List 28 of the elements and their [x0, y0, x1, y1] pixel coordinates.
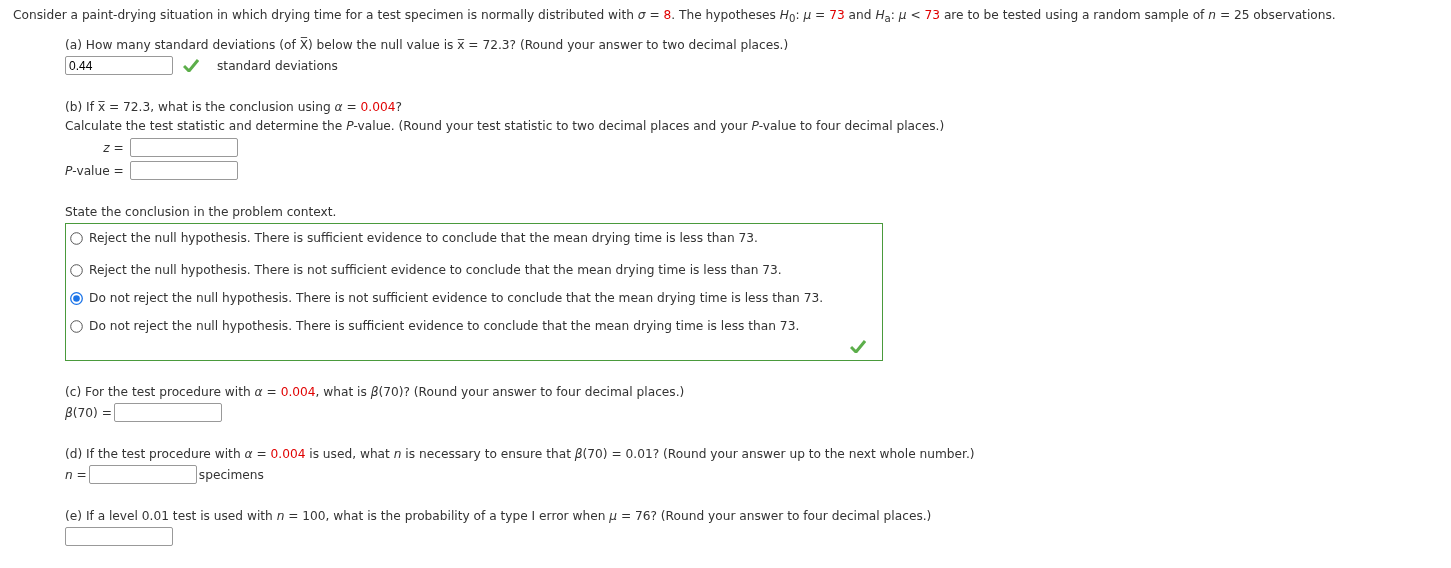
problem-statement: Consider a paint-drying situation in which drying time for a test specimen is normally distributed with σ = 8. The hypotheses H$_{0}$: μ = 73 and H$_{a}$: μ < 73 are to be tested using a random sample of n = 25 observations. [13, 8, 1336, 22]
field-label: P-value = [65, 163, 124, 178]
radio-button[interactable] [70, 263, 83, 277]
option-text: Reject the null hypothesis. There is not sufficient evidence to conclude that the mean drying time is less than 73. [89, 263, 782, 278]
answer-field[interactable] [129, 138, 238, 158]
radio-button[interactable] [70, 291, 83, 305]
field-label: n = [65, 467, 87, 482]
question-text: (e) If a level 0.01 test is used with n = 100, what is the probability of a type I error when μ = 76? (Round your answer to four decimal places.) [65, 509, 932, 524]
radio-button[interactable] [70, 319, 83, 333]
question-text: (a) How many standard deviations (of X̅) below the null value is x̅ = 72.3? (Round your answer to two decimal places.) [65, 38, 789, 53]
answer-field[interactable]: 0.44 [65, 56, 173, 76]
option-text: Do not reject the null hypothesis. There is not sufficient evidence to conclude that the mean drying time is less than 73. [89, 291, 824, 306]
option-text: Do not reject the null hypothesis. There is sufficient evidence to conclude that the mean drying time is less than 73. [89, 319, 800, 334]
answer-field[interactable] [88, 465, 197, 485]
answer-field[interactable] [65, 527, 173, 547]
field-label: β(70) = [65, 405, 112, 420]
field-label: z = [102, 140, 124, 155]
answer-field[interactable] [113, 403, 222, 423]
unit-label: specimens [198, 467, 264, 482]
answer-field[interactable] [129, 161, 238, 181]
question-text: (c) For the test procedure with α = 0.004, what is β(70)? (Round your answer to four decimal places.) [65, 385, 685, 400]
question-text: (b) If x̅ = 72.3, what is the conclusion using α = 0.004? [65, 100, 402, 115]
option-text: Reject the null hypothesis. There is sufficient evidence to conclude that the mean drying time is less than 73. [89, 231, 758, 246]
radio-button[interactable] [70, 231, 83, 245]
prompt-text: State the conclusion in the problem context. [65, 204, 338, 222]
question-text: (d) If the test procedure with α = 0.004 is used, what n is necessary to ensure that β(70) = 0.01? (Round your answer up to the next whole number.) [65, 447, 975, 462]
unit-label: standard deviations [217, 58, 338, 73]
instruction-text: Calculate the test statistic and determine the P-value. (Round your test statistic to two decimal places and your P-value to four decimal places.) [65, 118, 946, 136]
